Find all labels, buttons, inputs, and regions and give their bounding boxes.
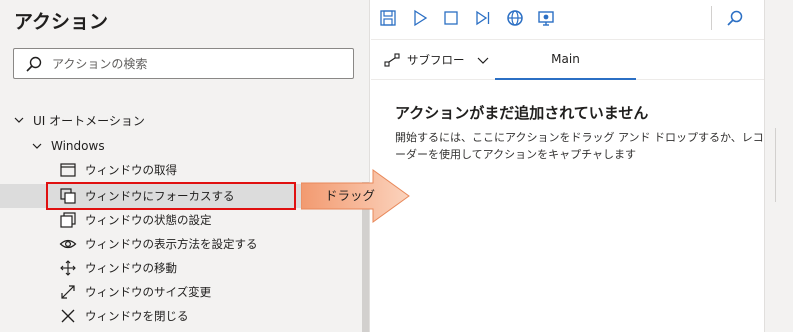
drag-label: ドラッグ <box>324 188 375 203</box>
subflow-icon <box>384 52 400 67</box>
designer-search-button[interactable] <box>724 7 746 29</box>
save-button[interactable] <box>377 7 399 29</box>
move-icon <box>60 260 76 276</box>
empty-state-description: 開始するには、ここにアクションをドラッグ アンド ドロップするか、レコーダーを使… <box>395 131 764 161</box>
next-step-icon <box>476 10 490 26</box>
resize-icon <box>61 285 75 299</box>
tree-group-ui-automation[interactable]: UI オートメーション <box>0 108 362 132</box>
action-item-label: ウィンドウのサイズ変更 <box>85 285 212 299</box>
desktop-recorder-button[interactable] <box>535 7 557 29</box>
toolbar-separator <box>711 6 712 30</box>
chevron-down-icon <box>32 143 42 149</box>
save-icon <box>380 10 396 26</box>
close-icon <box>61 309 75 323</box>
action-item-resize-window[interactable]: ウィンドウのサイズ変更 <box>0 280 362 304</box>
tab-main[interactable]: Main <box>495 40 636 80</box>
action-item-label: ウィンドウの表示方法を設定する <box>85 237 258 251</box>
action-item-close-window[interactable]: ウィンドウを閉じる <box>0 304 362 328</box>
search-icon <box>727 10 743 26</box>
window-state-icon <box>60 212 76 228</box>
action-item-label: ウィンドウの状態の設定 <box>85 213 212 227</box>
action-item-move-window[interactable]: ウィンドウの移動 <box>0 256 362 280</box>
side-panel-divider <box>775 128 776 202</box>
search-icon <box>26 56 42 72</box>
actions-pane: アクション UI オートメーション Windows ウィンドウの取得 ウィン <box>0 0 370 332</box>
flow-tabs: サブフロー Main <box>371 40 764 80</box>
stop-icon <box>444 11 458 25</box>
run-icon <box>414 9 428 27</box>
designer-toolbar <box>371 0 764 40</box>
action-item-label: ウィンドウを閉じる <box>85 309 189 323</box>
tree-group-label: UI オートメーション <box>33 113 145 128</box>
chevron-down-icon <box>477 57 488 64</box>
subflow-dropdown[interactable]: サブフロー <box>371 40 495 79</box>
empty-state-title: アクションがまだ追加されていません <box>395 104 649 122</box>
tree-subgroup-label: Windows <box>51 139 105 153</box>
tree-subgroup-windows[interactable]: Windows <box>0 134 362 158</box>
web-recorder-button[interactable] <box>504 7 526 29</box>
eye-icon <box>59 239 77 249</box>
action-item-label: ウィンドウの移動 <box>85 261 177 275</box>
run-button[interactable] <box>409 7 431 29</box>
action-search-input[interactable] <box>52 53 342 75</box>
web-recorder-icon <box>507 10 523 26</box>
action-item-set-window-visibility[interactable]: ウィンドウの表示方法を設定する <box>0 232 362 256</box>
actions-pane-title: アクション <box>14 11 109 33</box>
stop-button[interactable] <box>440 7 462 29</box>
next-step-button[interactable] <box>472 7 494 29</box>
chevron-down-icon <box>14 117 24 123</box>
action-item-label: ウィンドウの取得 <box>85 163 177 177</box>
focus-window-icon <box>60 188 76 204</box>
action-item-label: ウィンドウにフォーカスする <box>85 189 235 203</box>
window-icon <box>60 163 76 177</box>
desktop-recorder-icon <box>538 11 554 26</box>
subflow-label: サブフロー <box>407 52 465 67</box>
right-side-panel <box>764 0 793 332</box>
action-search-box[interactable] <box>13 48 354 79</box>
flow-designer: サブフロー Main アクションがまだ追加されていません 開始するには、ここにア… <box>371 0 764 332</box>
